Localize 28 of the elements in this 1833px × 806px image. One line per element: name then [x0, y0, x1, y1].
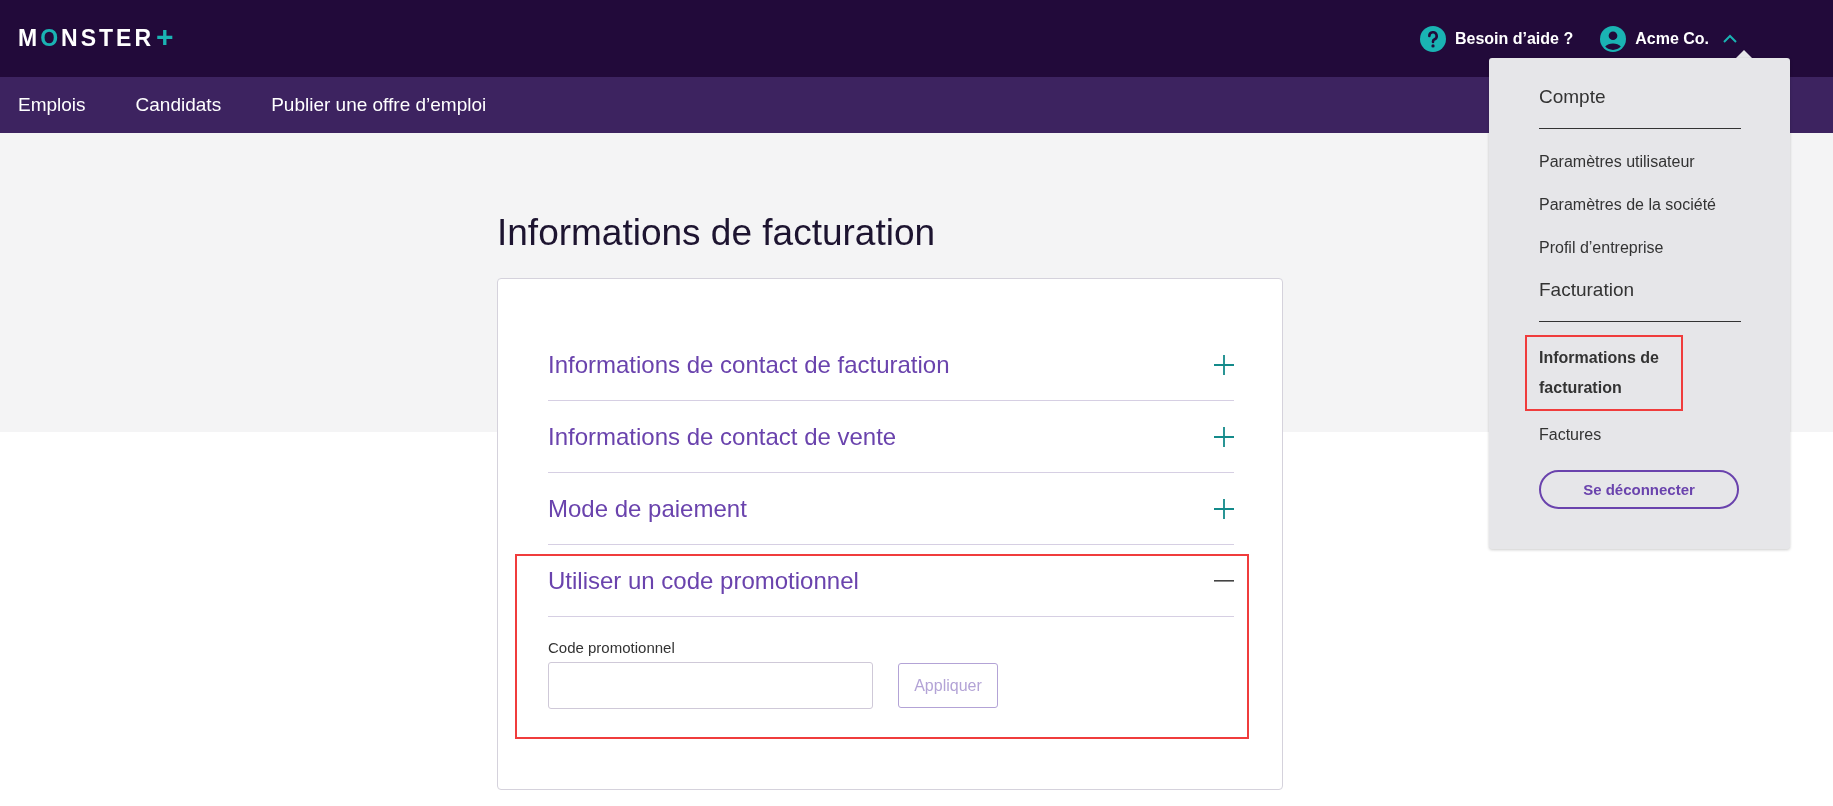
- nav-link[interactable]: Publier une offre d’emploi: [271, 94, 487, 116]
- expand-icon[interactable]: [1214, 498, 1234, 519]
- accordion-header[interactable]: Utiliser un code promotionnel: [548, 566, 859, 595]
- accordion-header[interactable]: Informations de contact de facturation: [548, 350, 950, 379]
- menu-item[interactable]: Factures: [1539, 423, 1602, 446]
- help-icon[interactable]: [1419, 25, 1446, 52]
- accordion-header[interactable]: Informations de contact de vente: [548, 422, 897, 451]
- logout-button[interactable]: Se déconnecter: [1539, 470, 1739, 509]
- field-label: Code promotionnel: [548, 639, 676, 656]
- caret-icon[interactable]: [1723, 34, 1737, 43]
- menu-item[interactable]: Paramètres de la société: [1539, 193, 1716, 216]
- input-field[interactable]: [548, 662, 873, 709]
- nav-link[interactable]: Emplois: [18, 94, 86, 116]
- menu-item[interactable]: Paramètres utilisateur: [1539, 150, 1695, 173]
- page-title: Informations de facturation: [497, 212, 936, 254]
- nav-link[interactable]: Candidats: [135, 94, 222, 116]
- menu-heading: Compte: [1539, 86, 1741, 129]
- accordion-header[interactable]: Mode de paiement: [548, 494, 747, 523]
- expand-icon[interactable]: [1214, 354, 1234, 375]
- menu-item[interactable]: Profil d’entreprise: [1539, 236, 1664, 259]
- menu-heading: Facturation: [1539, 279, 1741, 322]
- user-icon[interactable]: [1600, 25, 1627, 52]
- expand-icon[interactable]: [1214, 426, 1234, 447]
- help-link[interactable]: Besoin d’aide ?: [1454, 29, 1574, 48]
- menu-item[interactable]: Informations de facturation: [1539, 343, 1669, 403]
- collapse-icon[interactable]: [1214, 579, 1234, 582]
- account-menu-button[interactable]: Acme Co.: [1635, 29, 1709, 48]
- logo[interactable]: M O NSTER+: [18, 25, 177, 52]
